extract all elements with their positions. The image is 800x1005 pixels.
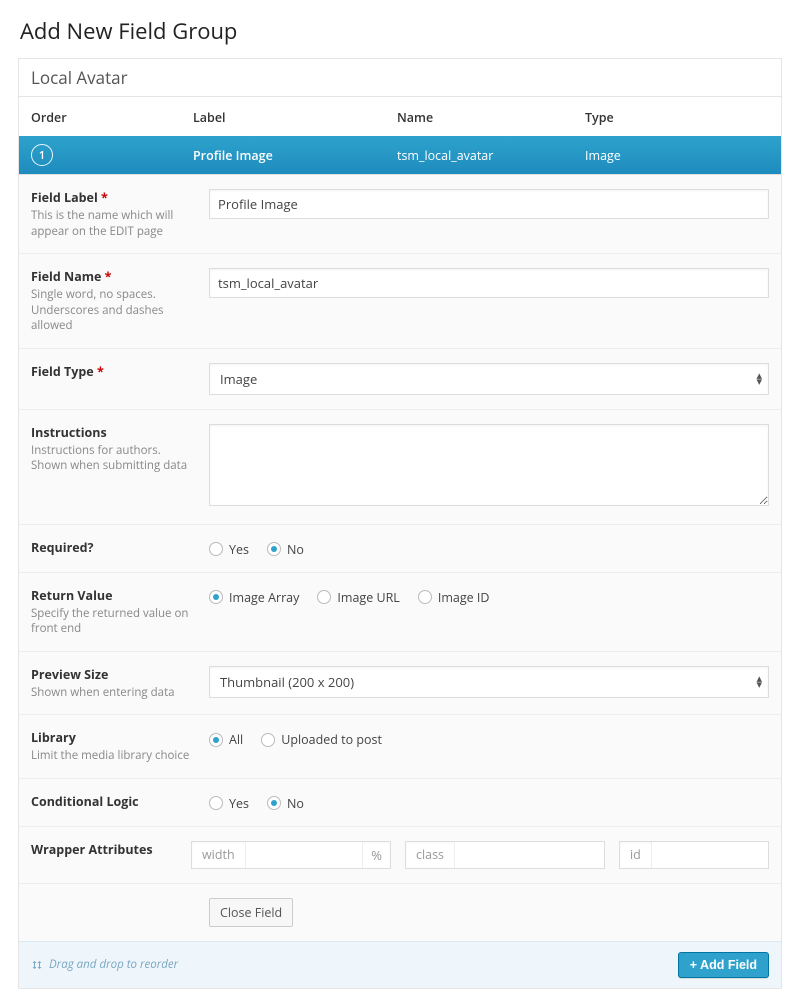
- wrapper-width-input[interactable]: [246, 842, 363, 868]
- chevron-updown-icon: ▴▾: [756, 676, 762, 688]
- chevron-updown-icon: ▴▾: [756, 373, 762, 385]
- field-list-footer: Drag and drop to reorder + Add Field: [19, 941, 781, 988]
- return-value-help: Specify the returned value on front end: [31, 606, 197, 637]
- conditional-label: Conditional Logic: [31, 793, 197, 810]
- required-asterisk: *: [101, 189, 108, 206]
- page-title: Add New Field Group: [20, 16, 782, 46]
- field-type-select[interactable]: Image ▴▾: [209, 363, 769, 395]
- instructions-textarea[interactable]: [209, 424, 769, 506]
- preview-size-help: Shown when entering data: [31, 685, 197, 701]
- return-value-label: Return Value: [31, 587, 197, 604]
- preview-size-select[interactable]: Thumbnail (200 x 200) ▴▾: [209, 666, 769, 698]
- col-header-type: Type: [585, 109, 769, 126]
- library-help: Limit the media library choice: [31, 748, 197, 764]
- field-label-input[interactable]: [209, 189, 769, 219]
- field-label-help: This is the name which will appear on th…: [31, 208, 197, 239]
- col-header-name: Name: [397, 109, 585, 126]
- library-label: Library: [31, 729, 197, 746]
- conditional-no-radio[interactable]: No: [267, 795, 304, 812]
- row-type: Image: [585, 147, 769, 164]
- preview-size-value: Thumbnail (200 x 200): [220, 673, 354, 691]
- required-yes-radio[interactable]: Yes: [209, 541, 249, 558]
- required-asterisk: *: [105, 268, 112, 285]
- wrapper-id-input[interactable]: [652, 842, 768, 868]
- reorder-hint: Drag and drop to reorder: [31, 957, 178, 972]
- group-title-input[interactable]: Local Avatar: [19, 59, 781, 97]
- library-uploaded-radio[interactable]: Uploaded to post: [261, 731, 382, 748]
- wrapper-id-field[interactable]: id: [619, 841, 769, 869]
- field-settings: Field Label * This is the name which wil…: [19, 174, 781, 941]
- add-field-button[interactable]: + Add Field: [678, 952, 769, 978]
- instructions-help: Instructions for authors. Shown when sub…: [31, 443, 197, 474]
- field-name-label: Field Name: [31, 268, 101, 285]
- conditional-yes-radio[interactable]: Yes: [209, 795, 249, 812]
- return-url-radio[interactable]: Image URL: [317, 589, 399, 606]
- return-array-radio[interactable]: Image Array: [209, 589, 299, 606]
- col-header-label: Label: [193, 109, 397, 126]
- field-type-label: Field Type: [31, 363, 94, 380]
- col-header-order: Order: [31, 109, 193, 126]
- field-name-help: Single word, no spaces. Underscores and …: [31, 287, 197, 334]
- field-row[interactable]: 1 Profile Image tsm_local_avatar Image: [19, 136, 781, 174]
- library-all-radio[interactable]: All: [209, 731, 243, 748]
- required-label: Required?: [31, 539, 197, 556]
- field-name-input[interactable]: [209, 268, 769, 298]
- reorder-icon: [31, 959, 43, 971]
- wrapper-class-field[interactable]: class: [405, 841, 605, 869]
- close-field-button[interactable]: Close Field: [209, 898, 293, 927]
- field-label-label: Field Label: [31, 189, 98, 206]
- wrapper-label: Wrapper Attributes: [31, 841, 179, 858]
- row-label[interactable]: Profile Image: [193, 147, 397, 164]
- field-columns-header: Order Label Name Type: [19, 97, 781, 136]
- preview-size-label: Preview Size: [31, 666, 197, 683]
- field-group: Local Avatar Order Label Name Type 1 Pro…: [18, 58, 782, 989]
- wrapper-width-field[interactable]: width %: [191, 841, 391, 869]
- field-type-value: Image: [220, 370, 257, 388]
- wrapper-class-input[interactable]: [455, 842, 604, 868]
- required-asterisk: *: [97, 363, 104, 380]
- return-id-radio[interactable]: Image ID: [418, 589, 490, 606]
- order-badge[interactable]: 1: [31, 144, 53, 166]
- required-no-radio[interactable]: No: [267, 541, 304, 558]
- instructions-label: Instructions: [31, 424, 197, 441]
- row-name: tsm_local_avatar: [397, 147, 585, 164]
